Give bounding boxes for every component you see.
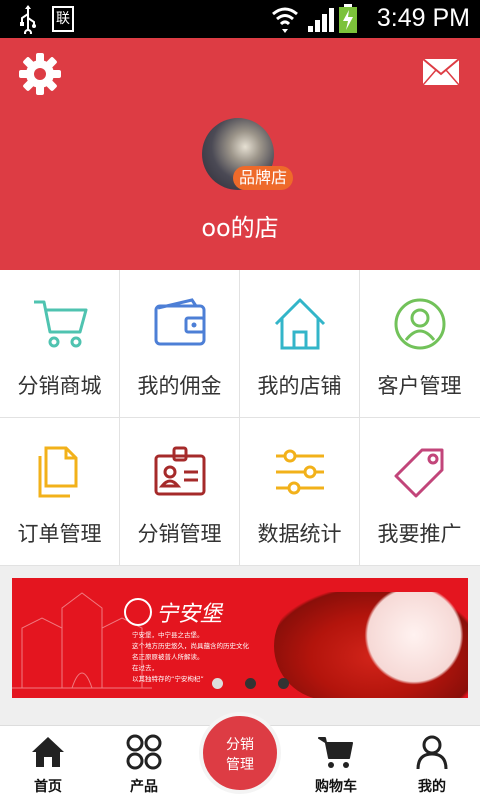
id-card-icon: [154, 446, 206, 496]
user-circle-icon: [394, 298, 446, 350]
documents-icon: [38, 446, 78, 498]
wallet-icon: [154, 298, 206, 346]
grid-divider: [0, 417, 480, 418]
tab-products[interactable]: 产品: [96, 726, 192, 801]
center-button-line: 管理: [226, 757, 254, 773]
grid-divider: [359, 270, 360, 566]
cart-icon: [318, 737, 353, 768]
profile-header: 品牌店 oo的店: [0, 38, 480, 270]
sim-icon: 联: [52, 6, 74, 32]
grid-circles-icon: [126, 734, 162, 770]
banner-logo: [124, 598, 152, 626]
grid-item-label: 我的店铺: [257, 374, 342, 398]
grid-item-my-store[interactable]: 我的店铺: [240, 270, 359, 417]
grid-item-label: 订单管理: [17, 522, 102, 546]
tab-label: 我的: [418, 779, 446, 795]
grid-item-promote[interactable]: 我要推广: [360, 418, 479, 565]
tab-home[interactable]: 首页: [0, 726, 96, 801]
store-type-badge: 品牌店: [233, 166, 294, 190]
grid-item-distribution-management[interactable]: 分销管理: [120, 418, 239, 565]
tag-icon: [394, 448, 444, 498]
center-button-line: 分销: [226, 737, 254, 753]
grid-item-my-commission[interactable]: 我的佣金: [120, 270, 239, 417]
wifi-icon: [272, 7, 298, 33]
tab-label: 首页: [34, 779, 62, 795]
person-icon: [416, 735, 448, 770]
home-icon: [274, 298, 326, 350]
shopping-cart-icon: [34, 300, 88, 348]
usb-icon: [20, 5, 36, 34]
tab-cart[interactable]: 购物车: [288, 726, 384, 801]
battery-icon: [339, 4, 357, 33]
signal-icon: [308, 8, 334, 32]
sliders-icon: [276, 449, 324, 495]
carousel-dot[interactable]: [278, 678, 289, 689]
grid-item-label: 分销管理: [137, 522, 222, 546]
tab-label: 购物车: [315, 779, 357, 795]
grid-item-label: 我的佣金: [137, 374, 222, 398]
carousel-dot[interactable]: [245, 678, 256, 689]
grid-divider: [119, 270, 120, 566]
status-time: 3:49 PM: [376, 4, 470, 32]
grid-item-label: 我要推广: [377, 522, 462, 546]
grid-item-distribution-mall[interactable]: 分销商城: [0, 270, 119, 417]
grid-item-label: 客户管理: [377, 374, 462, 398]
grid-item-label: 分销商城: [17, 374, 102, 398]
grid-divider: [239, 270, 240, 566]
distribution-management-center-button[interactable]: 分销 管理: [199, 712, 281, 794]
grid-item-data-statistics[interactable]: 数据统计: [240, 418, 359, 565]
shop-name: oo的店: [201, 214, 279, 242]
gear-icon[interactable]: [18, 52, 62, 96]
grid-item-order-management[interactable]: 订单管理: [0, 418, 119, 565]
feature-grid: 分销商城 我的佣金 我的店铺 客户管理 订单管理 分销管理 数据统计 我要推广: [0, 270, 480, 566]
status-bar: 联 3:49 PM: [0, 0, 480, 38]
mail-icon[interactable]: [422, 58, 460, 86]
home-icon: [32, 737, 64, 767]
tab-label: 产品: [130, 779, 158, 795]
carousel-dots: [212, 674, 311, 693]
promo-banner[interactable]: 宁安堡 宁安堡，中宁县之古堡。 这个地方历史悠久，尚具蕴含的历史文化 名正原原被…: [12, 578, 468, 698]
grid-item-customer-management[interactable]: 客户管理: [360, 270, 479, 417]
banner-gate-illustration: [12, 592, 152, 689]
grid-divider: [0, 565, 480, 566]
tab-mine[interactable]: 我的: [384, 726, 480, 801]
grid-item-label: 数据统计: [257, 522, 342, 546]
carousel-dot[interactable]: [212, 678, 223, 689]
banner-brand: 宁安堡: [156, 602, 223, 627]
